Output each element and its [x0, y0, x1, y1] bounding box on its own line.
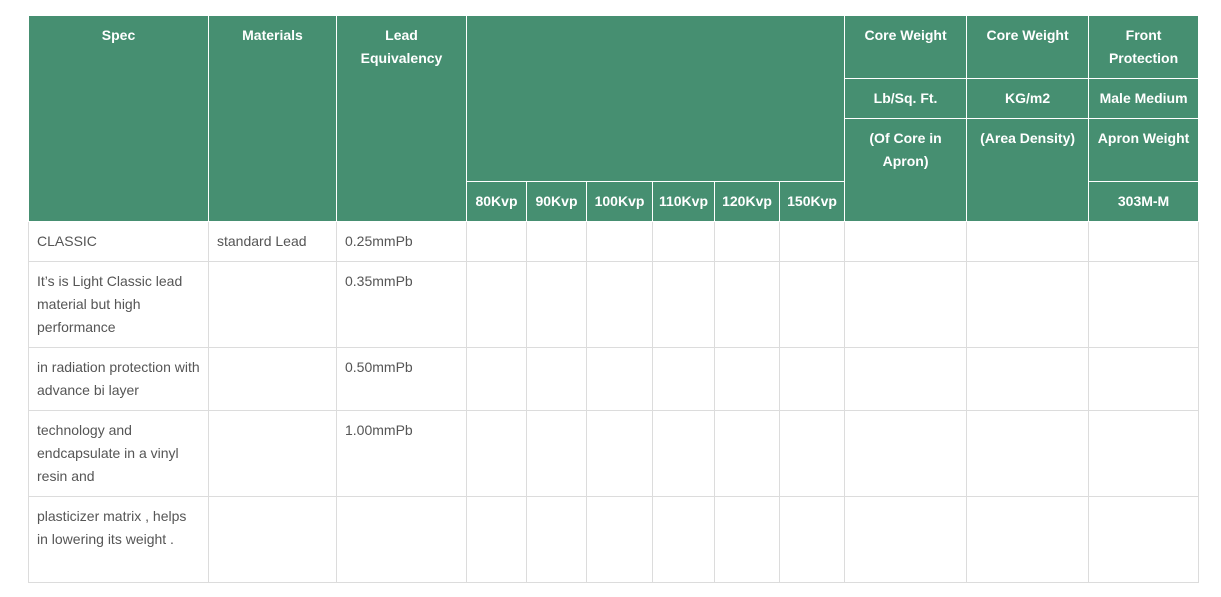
- cell-materials: [208, 496, 337, 583]
- cell-materials: standard Lead: [208, 221, 337, 262]
- header-kvp-group: [465, 15, 846, 182]
- table-row: in radiation protection with advance bi …: [28, 347, 1200, 411]
- header-area-density: (Area Density): [966, 118, 1090, 222]
- table-row: plasticizer matrix , helps in lowering i…: [28, 496, 1200, 583]
- cell-empty: [714, 410, 780, 497]
- header-materials: Materials: [208, 15, 337, 222]
- cell-lead: [336, 496, 467, 583]
- header-kvp: 90Kvp: [526, 181, 587, 222]
- cell-spec: technology and endcapsulate in a vinyl r…: [28, 410, 209, 497]
- cell-lead: 1.00mmPb: [336, 410, 467, 497]
- cell-empty: [586, 496, 653, 583]
- header-spec: Spec: [28, 15, 209, 222]
- cell-empty: [466, 410, 527, 497]
- cell-empty: [1088, 496, 1200, 583]
- cell-empty: [526, 261, 587, 348]
- cell-empty: [526, 496, 587, 583]
- cell-empty: [966, 261, 1090, 348]
- cell-empty: [652, 410, 715, 497]
- cell-materials: [208, 410, 337, 497]
- header-lead-equivalency: Lead Equivalency: [336, 15, 467, 222]
- header-core-weight-2: Core Weight: [966, 15, 1090, 79]
- cell-empty: [586, 221, 653, 262]
- header-core-weight-1: Core Weight: [844, 15, 968, 79]
- cell-spec: in radiation protection with advance bi …: [28, 347, 209, 411]
- cell-lead: 0.50mmPb: [336, 347, 467, 411]
- spec-table-container: Spec Materials Lead Equivalency Core Wei…: [28, 15, 1200, 583]
- cell-empty: [844, 496, 968, 583]
- header-kvp: 150Kvp: [778, 181, 846, 222]
- cell-empty: [966, 221, 1090, 262]
- cell-empty: [586, 410, 653, 497]
- cell-materials: [208, 261, 337, 348]
- cell-empty: [844, 410, 968, 497]
- table-row: It’s is Light Classic lead material but …: [28, 261, 1200, 348]
- cell-empty: [652, 261, 715, 348]
- cell-empty: [966, 347, 1090, 411]
- header-kvp: 80Kvp: [466, 181, 527, 222]
- spec-table: Spec Materials Lead Equivalency Core Wei…: [28, 15, 1200, 583]
- cell-empty: [526, 347, 587, 411]
- cell-materials: [208, 347, 337, 411]
- table-row: CLASSIC standard Lead 0.25mmPb: [28, 221, 1200, 262]
- cell-empty: [526, 410, 587, 497]
- cell-empty: [714, 347, 780, 411]
- cell-empty: [714, 221, 780, 262]
- header-male-medium: Male Medium: [1088, 78, 1200, 119]
- table-row: technology and endcapsulate in a vinyl r…: [28, 410, 1200, 497]
- cell-spec: It’s is Light Classic lead material but …: [28, 261, 209, 348]
- cell-empty: [652, 496, 715, 583]
- cell-empty: [466, 496, 527, 583]
- cell-empty: [778, 410, 846, 497]
- cell-spec: CLASSIC: [28, 221, 209, 262]
- header-lb-sq-ft: Lb/Sq. Ft.: [844, 78, 968, 119]
- header-kvp: 120Kvp: [714, 181, 780, 222]
- header-kvp: 100Kvp: [586, 181, 653, 222]
- cell-lead: 0.35mmPb: [336, 261, 467, 348]
- cell-empty: [778, 261, 846, 348]
- cell-empty: [1088, 261, 1200, 348]
- cell-empty: [844, 261, 968, 348]
- cell-empty: [1088, 410, 1200, 497]
- cell-empty: [466, 261, 527, 348]
- cell-empty: [466, 347, 527, 411]
- cell-empty: [778, 221, 846, 262]
- cell-empty: [714, 496, 780, 583]
- cell-empty: [526, 221, 587, 262]
- cell-empty: [1088, 347, 1200, 411]
- cell-empty: [778, 496, 846, 583]
- header-front-protection: Front Protection: [1088, 15, 1200, 79]
- cell-empty: [586, 347, 653, 411]
- cell-empty: [966, 496, 1090, 583]
- cell-empty: [652, 221, 715, 262]
- cell-empty: [966, 410, 1090, 497]
- cell-empty: [466, 221, 527, 262]
- cell-empty: [1088, 221, 1200, 262]
- cell-empty: [652, 347, 715, 411]
- header-of-core-in-apron: (Of Core in Apron): [844, 118, 968, 222]
- header-kg-m2: KG/m2: [966, 78, 1090, 119]
- header-apron-weight: Apron Weight: [1088, 118, 1200, 182]
- cell-empty: [778, 347, 846, 411]
- cell-empty: [714, 261, 780, 348]
- cell-empty: [586, 261, 653, 348]
- cell-spec: plasticizer matrix , helps in lowering i…: [28, 496, 209, 583]
- cell-empty: [844, 221, 968, 262]
- cell-lead: 0.25mmPb: [336, 221, 467, 262]
- header-kvp: 110Kvp: [652, 181, 715, 222]
- header-model: 303M-M: [1088, 181, 1200, 222]
- cell-empty: [844, 347, 968, 411]
